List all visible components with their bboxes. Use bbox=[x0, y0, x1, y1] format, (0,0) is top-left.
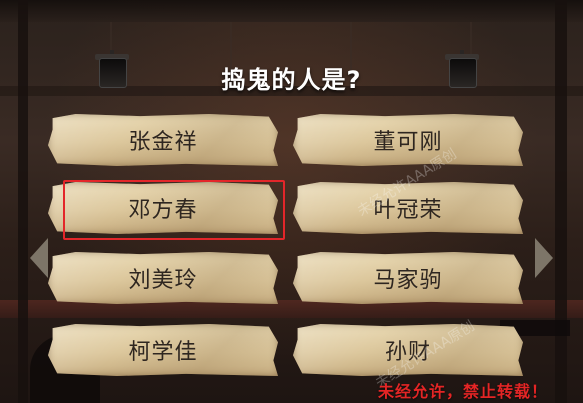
answer-option[interactable]: 刘美玲 bbox=[48, 252, 278, 304]
game-scene: 捣鬼的人是? 张金祥 董可刚 邓方春 叶冠荣 刘美玲 马家驹 柯学佳 孙财 未经… bbox=[0, 0, 583, 403]
answer-option-selected[interactable]: 邓方春 bbox=[48, 182, 278, 234]
answer-option[interactable]: 董可刚 bbox=[293, 114, 523, 166]
answer-option[interactable]: 叶冠荣 bbox=[293, 182, 523, 234]
answer-option[interactable]: 马家驹 bbox=[293, 252, 523, 304]
left-arrow-icon[interactable] bbox=[30, 238, 48, 278]
answer-option[interactable]: 孙财 bbox=[293, 324, 523, 376]
ceiling-beam bbox=[0, 0, 583, 22]
answer-option[interactable]: 柯学佳 bbox=[48, 324, 278, 376]
copyright-notice: 未经允许，禁止转载！ bbox=[378, 382, 549, 401]
right-arrow-icon[interactable] bbox=[535, 238, 553, 278]
answer-option[interactable]: 张金祥 bbox=[48, 114, 278, 166]
question-title: 捣鬼的人是? bbox=[221, 66, 362, 94]
